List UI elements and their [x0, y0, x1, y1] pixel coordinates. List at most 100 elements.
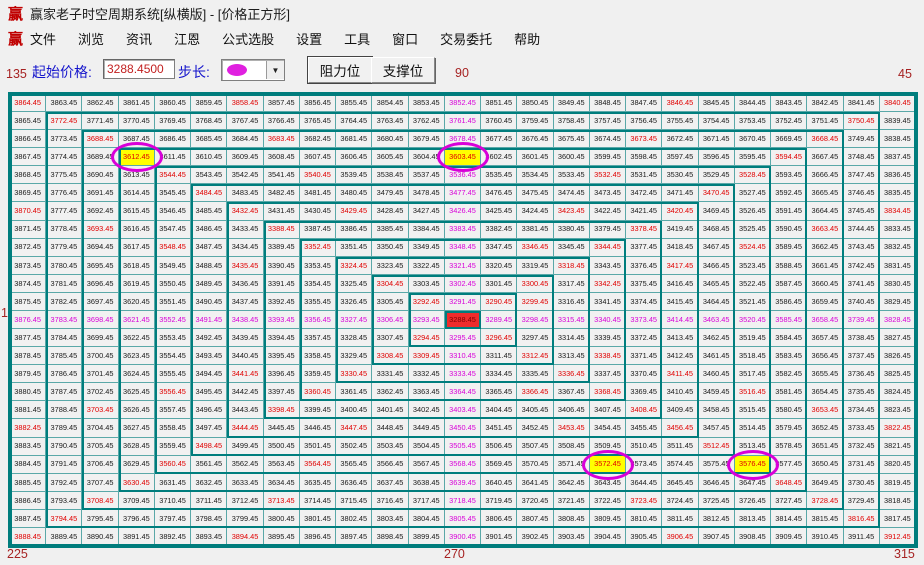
grid-cell: 3343.45 — [590, 257, 626, 275]
grid-cell: 3383.45 — [445, 221, 481, 239]
grid-cell: 3367.45 — [554, 383, 590, 401]
grid-cell: 3509.45 — [590, 438, 626, 456]
grid-cell: 3470.45 — [699, 184, 735, 202]
grid-cell: 3461.45 — [699, 347, 735, 365]
menu-item-浏览[interactable]: 浏览 — [78, 29, 104, 48]
grid-cell: 3659.45 — [807, 293, 843, 311]
menu-item-交易委托[interactable]: 交易委托 — [440, 29, 492, 48]
grid-cell: 3522.45 — [735, 275, 771, 293]
grid-cell: 3641.45 — [517, 474, 553, 492]
grid-cell: 3739.45 — [844, 311, 880, 329]
start-price-input[interactable] — [103, 59, 175, 79]
grid-cell: 3709.45 — [119, 492, 155, 510]
grid-cell: 3491.45 — [191, 311, 227, 329]
grid-cell: 3810.45 — [626, 510, 662, 528]
grid-cell: 3579.45 — [771, 419, 807, 437]
grid-cell: 3912.45 — [880, 528, 916, 546]
grid-cell: 3777.45 — [46, 202, 82, 220]
grid-cell: 3419.45 — [662, 221, 698, 239]
grid-cell: 3373.45 — [626, 311, 662, 329]
grid-cell: 3584.45 — [771, 329, 807, 347]
grid-cell: 3519.45 — [735, 329, 771, 347]
grid-cell: 3702.45 — [82, 383, 118, 401]
grid-cell: 3318.45 — [554, 257, 590, 275]
grid-cell: 3834.45 — [880, 202, 916, 220]
grid-cell: 3381.45 — [517, 221, 553, 239]
grid-cell: 3742.45 — [844, 257, 880, 275]
grid-cell: 3907.45 — [699, 528, 735, 546]
grid-cell: 3715.45 — [336, 492, 372, 510]
grid-cell: 3311.45 — [481, 347, 517, 365]
grid-cell: 3867.45 — [10, 148, 46, 166]
grid-cell: 3835.45 — [880, 184, 916, 202]
grid-cell: 3341.45 — [590, 293, 626, 311]
grid-cell: 3905.45 — [626, 528, 662, 546]
grid-cell: 3836.45 — [880, 166, 916, 184]
menu-item-江恩[interactable]: 江恩 — [174, 29, 200, 48]
grid-cell: 3728.45 — [807, 492, 843, 510]
grid-cell: 3864.45 — [10, 94, 46, 112]
grid-cell: 3862.45 — [82, 94, 118, 112]
grid-cell: 3857.45 — [264, 94, 300, 112]
grid-cell: 3525.45 — [735, 221, 771, 239]
chevron-down-icon[interactable]: ▼ — [266, 61, 284, 79]
grid-cell: 3827.45 — [880, 329, 916, 347]
grid-cell: 3849.45 — [554, 94, 590, 112]
grid-cell: 3844.45 — [735, 94, 771, 112]
grid-cell: 3359.45 — [300, 365, 336, 383]
grid-cell: 3691.45 — [82, 184, 118, 202]
grid-cell: 3846.45 — [662, 94, 698, 112]
grid-cell: 3886.45 — [10, 492, 46, 510]
grid-cell: 3606.45 — [336, 148, 372, 166]
grid-cell: 3517.45 — [735, 365, 771, 383]
grid-cell: 3403.45 — [445, 401, 481, 419]
step-dropdown[interactable]: ▼ — [221, 59, 285, 81]
grid-cell: 3578.45 — [771, 438, 807, 456]
grid-cell: 3755.45 — [662, 112, 698, 130]
menu-item-帮助[interactable]: 帮助 — [514, 29, 540, 48]
grid-cell: 3670.45 — [735, 130, 771, 148]
support-button[interactable]: 支撑位 — [371, 57, 435, 83]
menu-item-文件[interactable]: 文件 — [30, 29, 56, 48]
grid-cell: 3426.45 — [445, 202, 481, 220]
grid-cell: 3855.45 — [336, 94, 372, 112]
grid-cell: 3439.45 — [227, 329, 263, 347]
grid-cell: 3752.45 — [771, 112, 807, 130]
grid-cell: 3320.45 — [481, 257, 517, 275]
grid-cell: 3636.45 — [336, 474, 372, 492]
grid-cell: 3356.45 — [300, 311, 336, 329]
menu-item-窗口[interactable]: 窗口 — [392, 29, 418, 48]
grid-cell: 3512.45 — [699, 438, 735, 456]
grid-cell: 3550.45 — [155, 275, 191, 293]
menu-logo-icon: 赢 — [8, 28, 23, 49]
menu-bar: 赢 文件 浏览 资讯 江恩 公式选股 设置 工具 窗口 交易委托 帮助 — [0, 26, 924, 51]
grid-cell: 3467.45 — [699, 239, 735, 257]
grid-cell: 3454.45 — [590, 419, 626, 437]
grid-cell: 3596.45 — [699, 148, 735, 166]
menu-item-设置[interactable]: 设置 — [296, 29, 322, 48]
grid-cell: 3803.45 — [372, 510, 408, 528]
grid-cell: 3843.45 — [771, 94, 807, 112]
grid-cell: 3432.45 — [227, 202, 263, 220]
grid-cell: 3316.45 — [554, 293, 590, 311]
menu-item-资讯[interactable]: 资讯 — [126, 29, 152, 48]
grid-cell: 3363.45 — [409, 383, 445, 401]
grid-cell: 3604.45 — [409, 148, 445, 166]
resistance-button[interactable]: 阻力位 — [308, 57, 372, 83]
grid-cell: 3508.45 — [554, 438, 590, 456]
grid-cell: 3521.45 — [735, 293, 771, 311]
grid-cell: 3714.45 — [300, 492, 336, 510]
grid-cell: 3860.45 — [155, 94, 191, 112]
menu-item-工具[interactable]: 工具 — [344, 29, 370, 48]
grid-cell: 3503.45 — [372, 438, 408, 456]
grid-cell: 3796.45 — [119, 510, 155, 528]
grid-cell: 3477.45 — [445, 184, 481, 202]
grid-cell: 3333.45 — [445, 365, 481, 383]
grid-cell: 3575.45 — [699, 456, 735, 474]
grid-cell: 3339.45 — [590, 329, 626, 347]
grid-cell: 3527.45 — [735, 184, 771, 202]
grid-cell: 3746.45 — [844, 184, 880, 202]
grid-cell: 3660.45 — [807, 275, 843, 293]
grid-cell: 3547.45 — [155, 221, 191, 239]
menu-item-公式选股[interactable]: 公式选股 — [222, 29, 274, 48]
